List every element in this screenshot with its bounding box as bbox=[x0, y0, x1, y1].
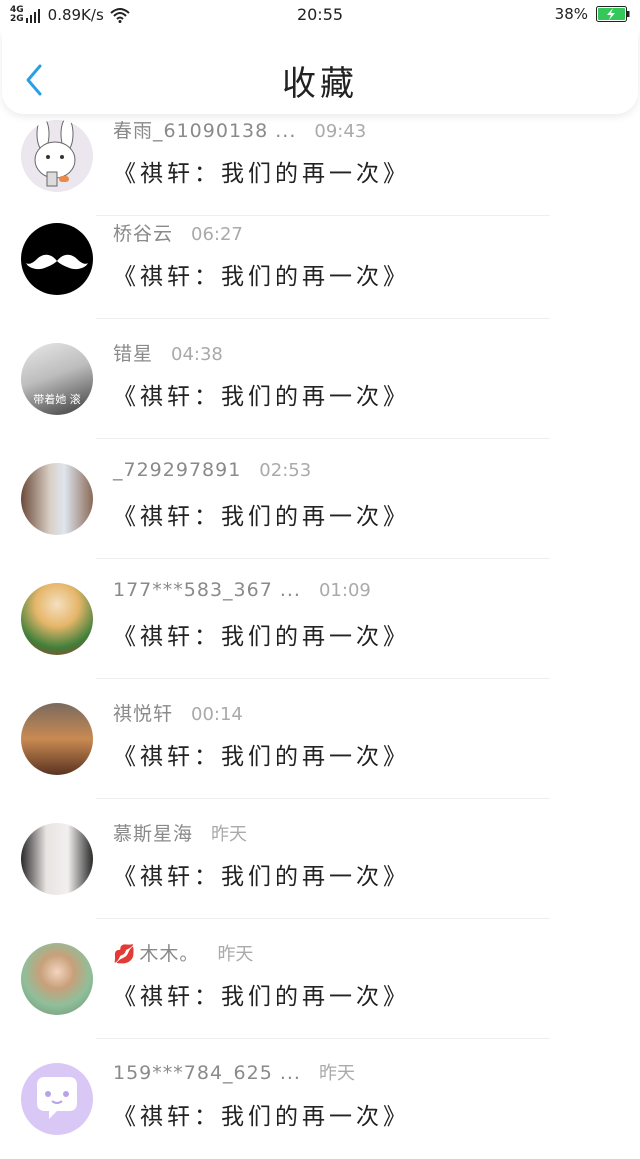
battery-percent: 38% bbox=[554, 5, 588, 23]
song-title: 《祺轩：我们的再一次》 bbox=[113, 744, 410, 770]
lips-icon: 💋 bbox=[113, 944, 136, 965]
list-item[interactable]: 177***583_367 ... 01:09 《祺轩：我们的再一次》 bbox=[0, 559, 640, 679]
user-name: 春雨_61090138 ... bbox=[113, 120, 297, 142]
chat-bubble-avatar[interactable] bbox=[21, 1063, 93, 1135]
status-bar: 4G 2G 0.89K/s 20:55 38% bbox=[0, 0, 640, 30]
user-name: 桥谷云 bbox=[113, 223, 174, 245]
photo-avatar[interactable]: 带着她 滚 bbox=[21, 343, 93, 415]
item-meta: 159***784_625 ... 昨天 bbox=[113, 1059, 355, 1085]
user-name: 木木。 bbox=[139, 943, 200, 965]
list-item[interactable]: 💋 木木。 昨天 《祺轩：我们的再一次》 bbox=[0, 919, 640, 1039]
list-item[interactable]: 慕斯星海 昨天 《祺轩：我们的再一次》 bbox=[0, 799, 640, 919]
item-time: 01:09 bbox=[318, 580, 371, 601]
user-name: 177***583_367 ... bbox=[113, 579, 301, 601]
photo-avatar[interactable] bbox=[21, 943, 93, 1015]
photo-avatar[interactable] bbox=[21, 583, 93, 655]
user-name: 159***784_625 ... bbox=[113, 1062, 301, 1084]
item-meta: 桥谷云 06:27 bbox=[113, 219, 243, 246]
item-meta: _729297891 02:53 bbox=[113, 459, 311, 481]
song-title: 《祺轩：我们的再一次》 bbox=[113, 1104, 410, 1130]
song-title: 《祺轩：我们的再一次》 bbox=[113, 264, 410, 290]
page-title: 收藏 bbox=[282, 64, 358, 104]
battery: 38% bbox=[555, 5, 630, 23]
song-title: 《祺轩：我们的再一次》 bbox=[113, 504, 410, 530]
item-time: 09:43 bbox=[314, 121, 367, 142]
item-meta: 祺悦轩 00:14 bbox=[113, 699, 243, 726]
song-title: 《祺轩：我们的再一次》 bbox=[113, 624, 410, 650]
item-time: 00:14 bbox=[191, 704, 243, 725]
item-meta: 177***583_367 ... 01:09 bbox=[113, 579, 371, 601]
user-name: 错星 bbox=[113, 343, 154, 365]
mustache-avatar[interactable] bbox=[21, 223, 93, 295]
item-meta: 慕斯星海 昨天 bbox=[113, 819, 247, 846]
item-time: 02:53 bbox=[259, 460, 312, 481]
item-time: 06:27 bbox=[191, 224, 243, 245]
item-time: 04:38 bbox=[171, 344, 223, 365]
item-meta: 错星 04:38 bbox=[113, 339, 223, 366]
song-title: 《祺轩：我们的再一次》 bbox=[113, 384, 410, 410]
user-name: 慕斯星海 bbox=[113, 823, 194, 845]
list-item[interactable]: 春雨_61090138 ... 09:43 《祺轩：我们的再一次》 bbox=[0, 96, 640, 216]
song-title: 《祺轩：我们的再一次》 bbox=[113, 864, 410, 890]
photo-avatar[interactable] bbox=[21, 703, 93, 775]
photo-avatar[interactable] bbox=[21, 463, 93, 535]
battery-charging-icon bbox=[596, 6, 630, 22]
song-title: 《祺轩：我们的再一次》 bbox=[113, 984, 410, 1010]
list-item[interactable]: 桥谷云 06:27 《祺轩：我们的再一次》 bbox=[0, 199, 640, 319]
item-time: 昨天 bbox=[318, 1063, 355, 1084]
list-item[interactable]: 带着她 滚 错星 04:38 《祺轩：我们的再一次》 bbox=[0, 319, 640, 439]
user-name: _729297891 bbox=[113, 459, 242, 481]
user-name: 祺悦轩 bbox=[113, 703, 174, 725]
list-item[interactable]: _729297891 02:53 《祺轩：我们的再一次》 bbox=[0, 439, 640, 559]
item-time: 昨天 bbox=[217, 944, 254, 965]
status-time: 20:55 bbox=[296, 5, 344, 24]
rabbit-avatar[interactable] bbox=[21, 120, 93, 192]
avatar-caption: 带着她 滚 bbox=[33, 393, 81, 406]
item-meta: 春雨_61090138 ... 09:43 bbox=[113, 116, 366, 143]
item-meta: 💋 木木。 昨天 bbox=[113, 939, 253, 966]
list-item[interactable]: 159***784_625 ... 昨天 《祺轩：我们的再一次》 bbox=[0, 1039, 640, 1159]
item-time: 昨天 bbox=[211, 824, 248, 845]
song-title: 《祺轩：我们的再一次》 bbox=[113, 161, 410, 187]
nav-bar: 收藏 bbox=[2, 30, 638, 114]
list-item[interactable]: 祺悦轩 00:14 《祺轩：我们的再一次》 bbox=[0, 679, 640, 799]
photo-avatar[interactable] bbox=[21, 823, 93, 895]
